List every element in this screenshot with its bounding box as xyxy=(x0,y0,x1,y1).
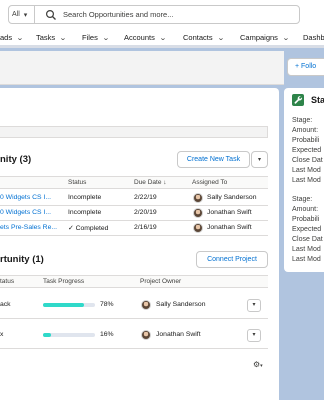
progress-percent: 16% xyxy=(100,331,114,338)
chevron-down-icon[interactable]: ⌄ xyxy=(102,34,110,42)
nav-label: Dashb xyxy=(303,33,324,42)
field-label: Amount: xyxy=(292,206,319,213)
task-assignee[interactable]: Sally Sanderson xyxy=(207,194,257,201)
table-row[interactable]: ets Pre-Sales Re... ✓ Completed 2/16/19 … xyxy=(0,221,268,236)
nav-label: Files xyxy=(82,33,98,42)
task-name-link[interactable]: ets Pre-Sales Re... xyxy=(0,224,57,231)
column-header-task-progress[interactable]: Task Progress xyxy=(43,278,84,285)
chevron-down-icon: ▾ xyxy=(23,11,28,19)
project-name: x xyxy=(0,331,4,338)
task-status: Incomplete xyxy=(68,209,102,216)
chevron-down-icon[interactable]: ⌄ xyxy=(16,34,24,42)
field-label: Stage: xyxy=(292,117,313,124)
column-header-due-date[interactable]: Due Date ↓ xyxy=(134,179,167,186)
field-label: Amount: xyxy=(292,127,319,134)
search-scope-label: All xyxy=(12,11,20,18)
project-name: ack xyxy=(0,301,11,308)
field-label: Probabili xyxy=(292,137,320,144)
task-status: Incomplete xyxy=(68,194,102,201)
table-row[interactable]: ack 78% Sally Sanderson ▾ xyxy=(0,290,268,319)
field-label: Last Mod xyxy=(292,177,321,184)
nav-label: Tasks xyxy=(36,33,56,42)
task-due-date: 2/16/19 xyxy=(134,224,157,231)
row-actions-dropdown[interactable]: ▾ xyxy=(247,299,261,312)
search-scope-select[interactable]: All ▾ xyxy=(9,6,35,23)
search-icon xyxy=(45,9,56,20)
project-card-title: rtunity (1) xyxy=(0,254,44,265)
nav-label: Accounts xyxy=(124,33,155,42)
nav-item-campaigns[interactable]: Campaigns ⌄ xyxy=(240,33,290,42)
nav-item-dashboards[interactable]: Dashb xyxy=(303,33,324,42)
avatar xyxy=(141,300,151,310)
tasks-menu-button[interactable]: ▾ xyxy=(251,151,268,168)
field-label: Last Mod xyxy=(292,256,321,263)
field-label: Last Mod xyxy=(292,167,321,174)
task-assignee[interactable]: Jonathan Swift xyxy=(207,224,252,231)
nav-item-accounts[interactable]: Accounts ⌄ xyxy=(124,33,167,42)
avatar xyxy=(193,223,203,233)
task-name-link[interactable]: 0 Widgets CS I... xyxy=(0,194,51,201)
nav-label: Campaigns xyxy=(240,33,278,42)
create-new-task-button[interactable]: Create New Task xyxy=(177,151,250,168)
gear-icon[interactable]: ⚙▾ xyxy=(253,360,263,369)
search-input[interactable]: Search Opportunities and more... xyxy=(63,10,173,19)
progress-bar-fill xyxy=(43,303,84,307)
task-status: ✓ Completed xyxy=(68,225,109,232)
column-header-status[interactable]: Status xyxy=(68,179,86,186)
progress-bar xyxy=(43,333,95,337)
column-header-status[interactable]: tatus xyxy=(0,278,14,285)
section-bar xyxy=(0,126,268,138)
field-label: Stage: xyxy=(292,196,313,203)
row-actions-dropdown[interactable]: ▾ xyxy=(247,329,261,342)
chevron-down-icon[interactable]: ⌄ xyxy=(217,34,225,42)
task-assignee[interactable]: Jonathan Swift xyxy=(207,209,252,216)
progress-percent: 78% xyxy=(100,301,114,308)
progress-bar-fill xyxy=(43,333,52,337)
column-header-project-owner[interactable]: Project Owner xyxy=(140,278,181,285)
nav-label: Contacts xyxy=(183,33,213,42)
right-panel-title: Sta xyxy=(311,95,324,105)
field-label: Close Dat xyxy=(292,236,323,243)
avatar xyxy=(193,208,203,218)
column-header-assigned-to[interactable]: Assigned To xyxy=(192,179,227,186)
nav-label: ads xyxy=(0,33,13,42)
chevron-down-icon[interactable]: ⌄ xyxy=(59,34,67,42)
field-label: Close Dat xyxy=(292,157,323,164)
avatar xyxy=(141,330,151,340)
table-row[interactable]: x 16% Jonathan Swift ▾ xyxy=(0,320,268,349)
nav-bar: ads ⌄ Tasks ⌄ Files ⌄ Accounts ⌄ Contacts ⌄ C… xyxy=(0,30,324,48)
task-name-link[interactable]: 0 Widgets CS I... xyxy=(0,209,51,216)
nav-item-tasks[interactable]: Tasks ⌄ xyxy=(36,33,67,42)
task-due-date: 2/22/19 xyxy=(134,194,157,201)
wrench-icon xyxy=(292,94,304,106)
project-owner[interactable]: Sally Sanderson xyxy=(156,301,206,308)
chevron-down-icon[interactable]: ⌄ xyxy=(282,34,290,42)
avatar xyxy=(193,193,203,203)
chevron-down-icon[interactable]: ⌄ xyxy=(159,34,167,42)
progress-bar xyxy=(43,303,95,307)
project-table-header: tatus Task Progress Project Owner xyxy=(0,275,268,288)
global-header: All ▾ Search Opportunities and more... xyxy=(0,0,324,30)
field-label: Expected xyxy=(292,147,322,154)
field-label: Last Mod xyxy=(292,246,321,253)
task-due-date: 2/20/19 xyxy=(134,209,157,216)
tasks-table-header: Status Due Date ↓ Assigned To xyxy=(0,176,268,189)
follow-button[interactable]: + Follo xyxy=(287,58,324,76)
nav-item-contacts[interactable]: Contacts ⌄ xyxy=(183,33,225,42)
tasks-card-title: nity (3) xyxy=(0,154,32,165)
table-row[interactable]: 0 Widgets CS I... Incomplete 2/22/19 Sal… xyxy=(0,191,268,206)
project-owner[interactable]: Jonathan Swift xyxy=(156,331,201,338)
field-label: Probabili xyxy=(292,216,320,223)
record-header xyxy=(0,51,284,85)
nav-item-files[interactable]: Files ⌄ xyxy=(82,33,110,42)
table-row[interactable]: 0 Widgets CS I... Incomplete 2/20/19 Jon… xyxy=(0,206,268,221)
field-label: Expected xyxy=(292,226,322,233)
nav-item-leads[interactable]: ads ⌄ xyxy=(0,33,24,42)
global-search[interactable]: All ▾ Search Opportunities and more... xyxy=(8,5,300,24)
connect-project-button[interactable]: Connect Project xyxy=(196,251,268,268)
